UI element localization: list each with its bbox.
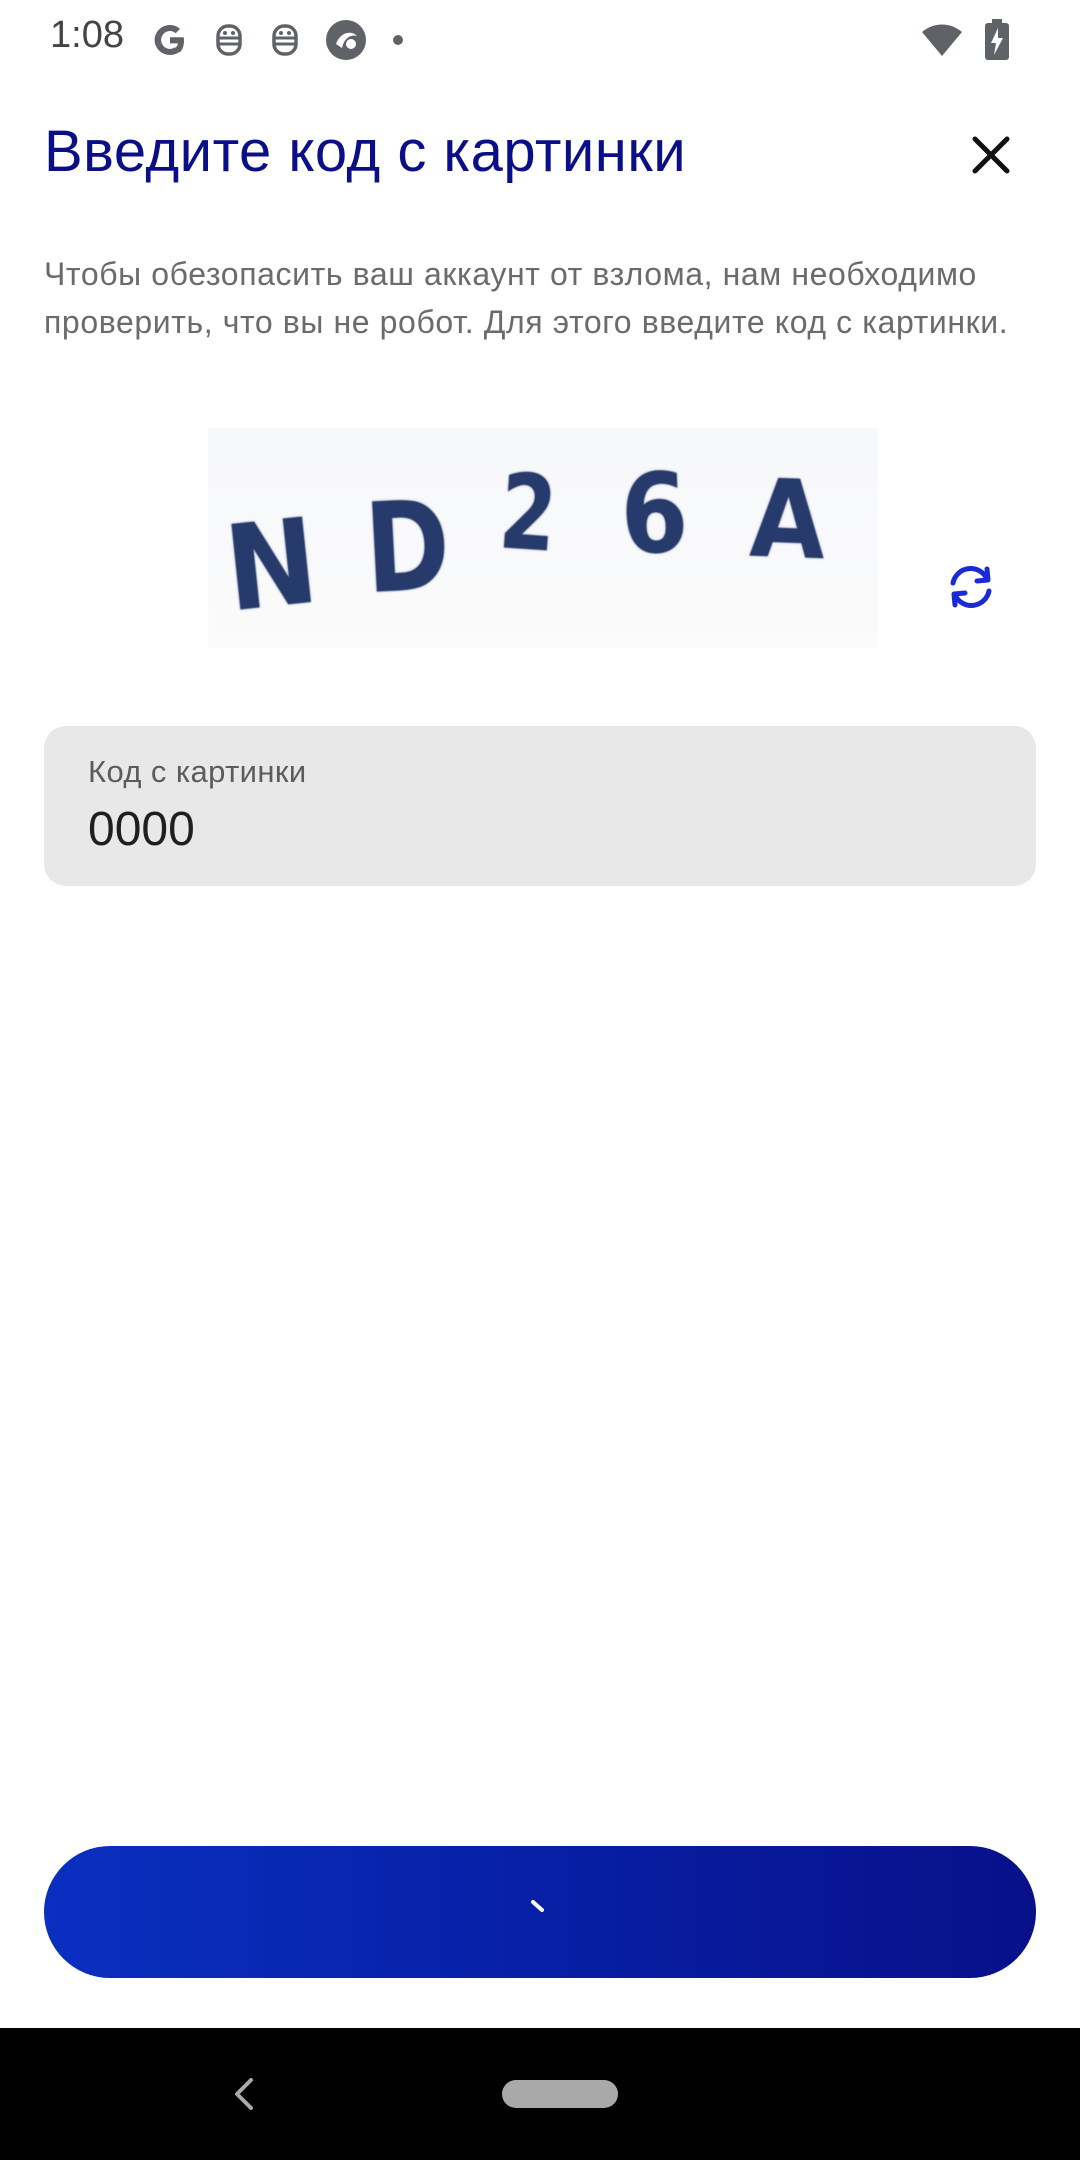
status-bar: 1:08 xyxy=(0,0,1080,80)
close-icon xyxy=(972,136,1010,174)
status-time: 1:08 xyxy=(50,14,124,56)
captcha-char: 2 xyxy=(495,450,561,576)
bot-icon xyxy=(212,20,246,60)
captcha-char: 6 xyxy=(618,448,691,580)
captcha-image: N D 2 6 A xyxy=(208,428,878,648)
refresh-captcha-button[interactable] xyxy=(940,556,1002,618)
description-text: Чтобы обезопасить ваш аккаунт от взлома,… xyxy=(44,256,1009,340)
close-button[interactable] xyxy=(960,124,1022,186)
captcha-char: A xyxy=(748,456,828,585)
captcha-char: N xyxy=(218,491,324,639)
page-title: Введите код с картинки xyxy=(44,119,687,184)
loading-spinner-icon xyxy=(531,1900,544,1912)
bot-icon xyxy=(268,20,302,60)
refresh-icon xyxy=(950,566,992,608)
system-icons xyxy=(920,16,1010,64)
dot-icon xyxy=(390,32,406,48)
nav-home-pill[interactable] xyxy=(502,2080,618,2108)
captcha-code-label: Код с картинки xyxy=(88,754,307,789)
notification-icons xyxy=(150,16,406,64)
battery-charging-icon xyxy=(984,19,1010,61)
app-icon xyxy=(324,18,368,62)
google-icon xyxy=(150,20,190,60)
nav-back-button[interactable] xyxy=(222,2072,266,2116)
navigation-bar xyxy=(0,2028,1080,2160)
captcha-code-input[interactable] xyxy=(88,802,988,857)
captcha-char: D xyxy=(361,473,454,623)
captcha-screen: 1:08 Введите код с картинки Чтобы обезоп… xyxy=(0,0,1080,2160)
wifi-icon xyxy=(920,22,964,58)
captcha-code-field[interactable]: Код с картинки xyxy=(44,726,1036,886)
submit-button[interactable] xyxy=(44,1846,1036,1978)
back-chevron-icon xyxy=(235,2078,253,2110)
